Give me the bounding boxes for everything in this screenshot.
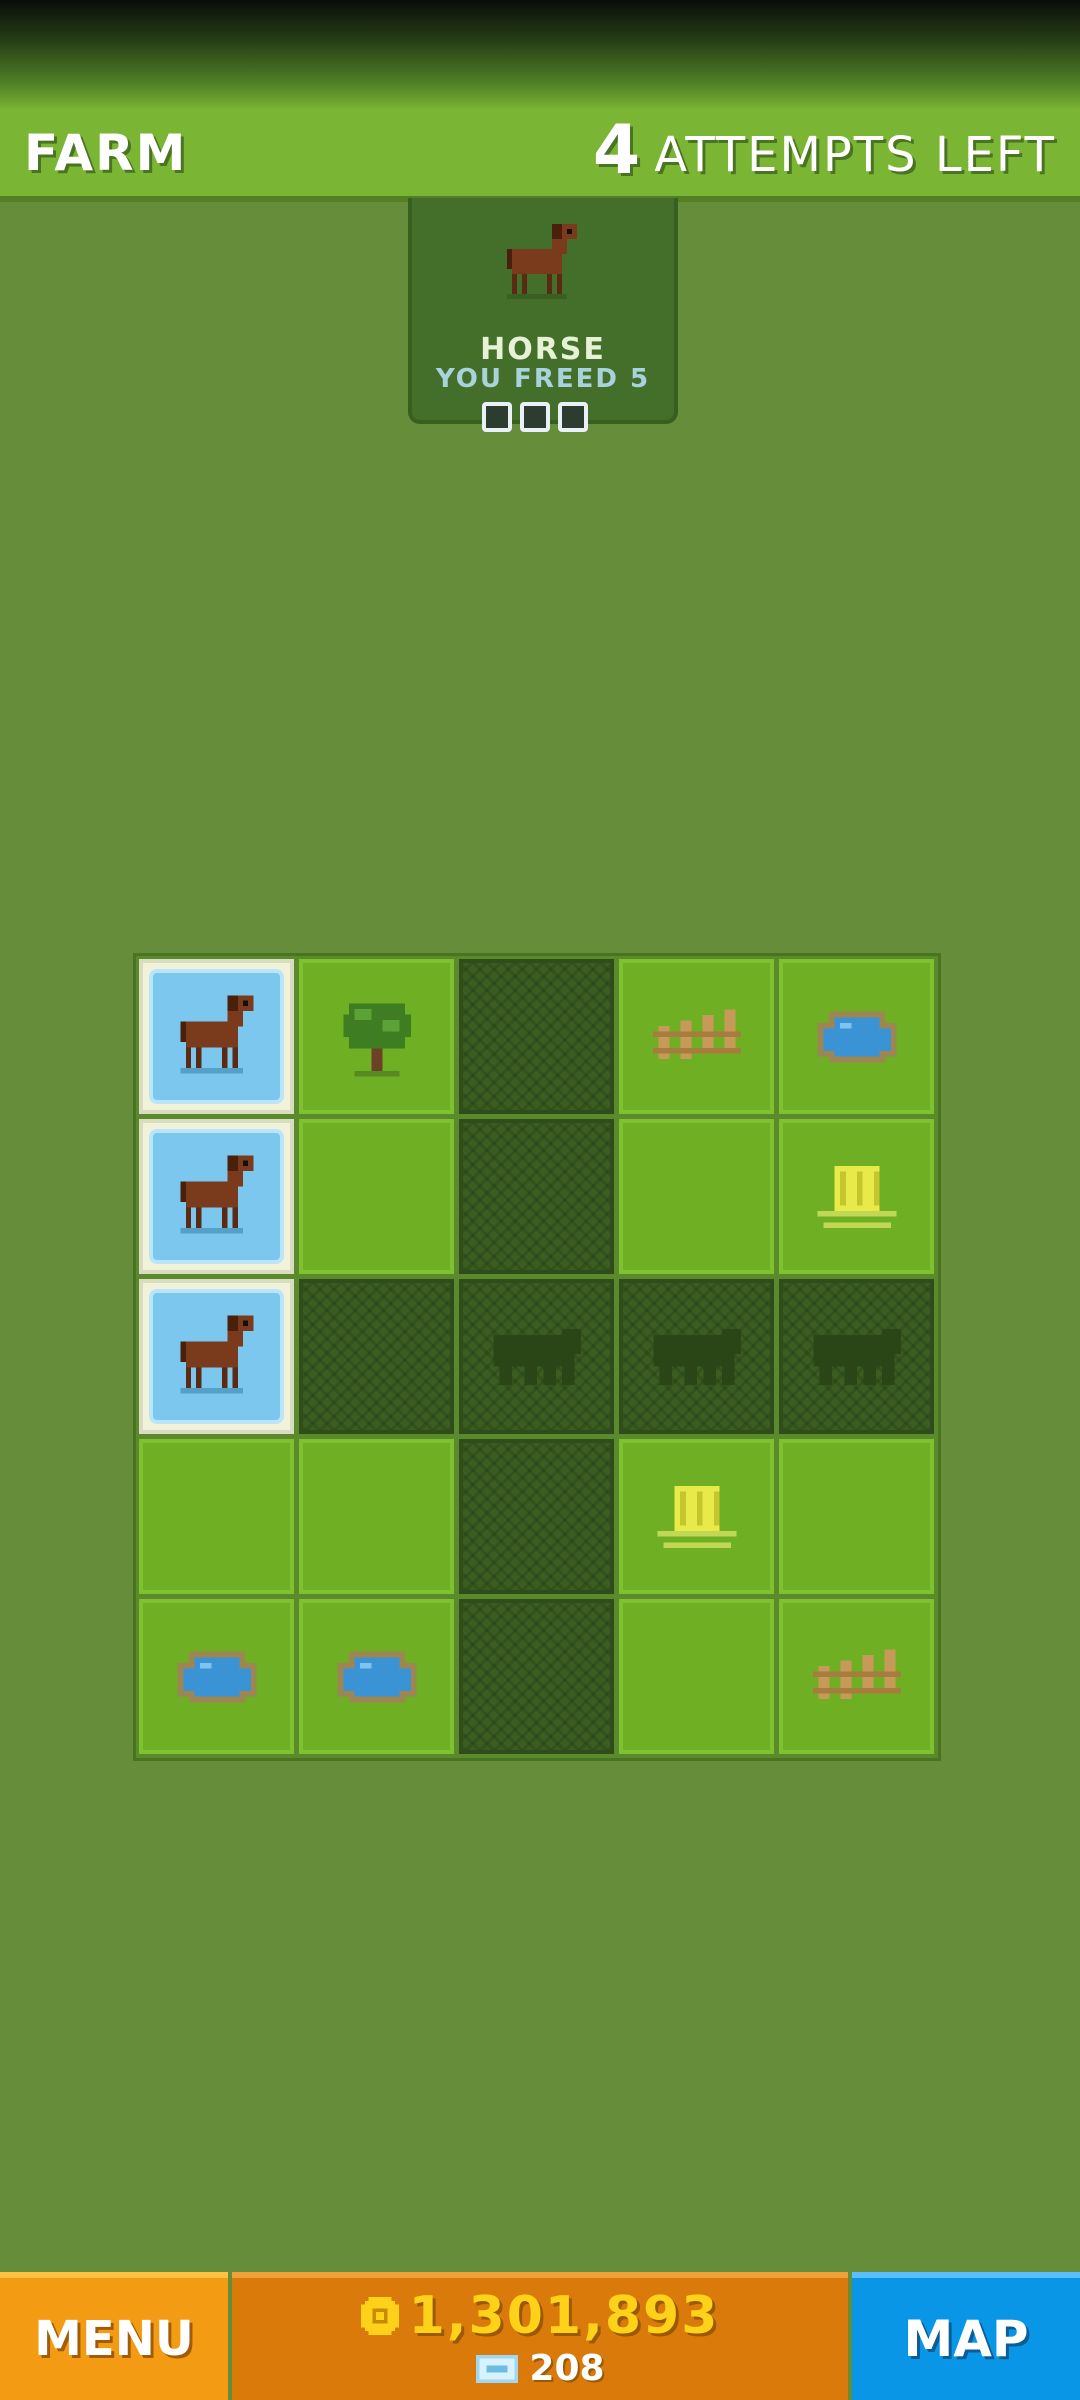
board-tile[interactable] [779, 959, 934, 1114]
board-tile[interactable] [619, 1439, 774, 1594]
board-tile[interactable] [139, 1599, 294, 1754]
ice-frame [149, 1289, 284, 1424]
dug-tile-hint[interactable] [779, 1279, 934, 1434]
dug-tile[interactable] [459, 1599, 614, 1754]
fence-icon [812, 1649, 901, 1699]
dug-tile-hint[interactable] [619, 1279, 774, 1434]
board-tile[interactable] [619, 1599, 774, 1754]
board-tile[interactable] [619, 1119, 774, 1274]
board-tile[interactable] [299, 1599, 454, 1754]
coin-icon [360, 2297, 399, 2335]
board-tile[interactable] [299, 1119, 454, 1274]
dug-tile[interactable] [459, 1439, 614, 1594]
hidden-animal-silhouette [812, 1328, 901, 1385]
progress-slot [482, 402, 512, 432]
target-animal-card: HORSE YOU FREED 5 [408, 198, 678, 432]
horse-icon [180, 1154, 253, 1233]
coin-balance: 1,301,893 [408, 2286, 720, 2346]
ticket-icon [476, 2354, 519, 2383]
freed-horse-tile[interactable] [139, 1279, 294, 1434]
pond-icon [817, 1011, 896, 1062]
hidden-animal-silhouette [492, 1328, 581, 1385]
freed-count-text: YOU FREED 5 [435, 364, 651, 394]
bottom-bar: MENU 1,301,893 208 MAP [0, 2272, 1080, 2400]
target-animal-name: HORSE [480, 332, 606, 367]
dug-tile-hint[interactable] [459, 1279, 614, 1434]
board-tile[interactable] [299, 959, 454, 1114]
attempts-number: 4 [592, 111, 641, 190]
tree-icon [342, 1002, 411, 1076]
attempts-counter: 4 ATTEMPTS LEFT [593, 114, 1056, 188]
hidden-animal-silhouette [652, 1328, 741, 1385]
freed-horse-tile[interactable] [139, 1119, 294, 1274]
board-tile[interactable] [299, 1439, 454, 1594]
ticket-balance: 208 [529, 2348, 605, 2389]
fence-icon [652, 1009, 741, 1059]
currency-panel: 1,301,893 208 [232, 2272, 848, 2400]
status-bar-shade [0, 0, 1080, 110]
horse-icon [507, 224, 577, 299]
ice-frame [149, 1129, 284, 1264]
board-tile[interactable] [619, 959, 774, 1114]
hay-bale-icon [657, 1485, 736, 1548]
pond-icon [337, 1651, 416, 1702]
horse-icon [180, 1314, 253, 1393]
dug-tile[interactable] [459, 1119, 614, 1274]
board-tile[interactable] [139, 1439, 294, 1594]
map-button[interactable]: MAP [852, 2272, 1080, 2400]
puzzle-board [133, 953, 941, 1761]
progress-slots [482, 402, 588, 432]
dug-tile[interactable] [459, 959, 614, 1114]
menu-button[interactable]: MENU [0, 2272, 228, 2400]
ice-frame [149, 969, 284, 1104]
board-tile[interactable] [779, 1599, 934, 1754]
progress-slot [520, 402, 550, 432]
header-bar: FARM 4 ATTEMPTS LEFT [0, 110, 1080, 202]
attempts-label: ATTEMPTS LEFT [654, 127, 1056, 183]
freed-horse-tile[interactable] [139, 959, 294, 1114]
board-tile[interactable] [779, 1439, 934, 1594]
horse-icon [180, 994, 253, 1073]
board-tile[interactable] [779, 1119, 934, 1274]
hay-bale-icon [817, 1165, 896, 1228]
progress-slot [558, 402, 588, 432]
dug-tile[interactable] [299, 1279, 454, 1434]
pond-icon [177, 1651, 256, 1702]
area-title: FARM [24, 124, 188, 182]
